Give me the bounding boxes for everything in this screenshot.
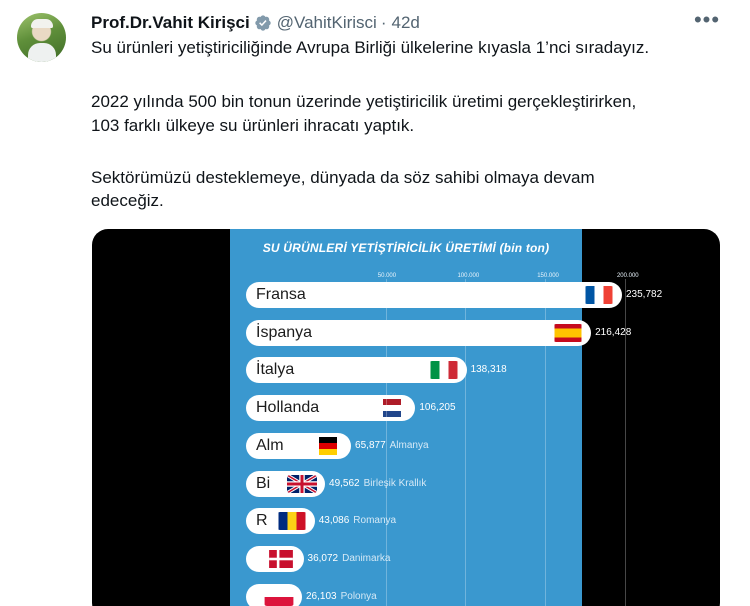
bar-value-label: 36,072 Danimarka — [308, 546, 391, 572]
bar-country-label: Alm — [256, 436, 284, 454]
x-tick-label: 200.000 — [616, 273, 639, 279]
gridline — [545, 279, 547, 606]
romania-flag-icon — [277, 512, 307, 531]
header-separator: · — [380, 13, 387, 32]
bar-value-label: 65,877 Almanya — [355, 433, 429, 459]
tweet-text-line: edeceğiz. — [91, 191, 164, 210]
bar-value-number: 235,782 — [626, 289, 663, 300]
more-dots-icon[interactable]: ••• — [693, 9, 721, 33]
bar-value-number: 138,318 — [470, 364, 507, 376]
bar-value-number: 26,103 — [306, 590, 337, 602]
author-name[interactable]: Prof.Dr.Vahit Kirişci — [91, 13, 250, 33]
bar-side-country-label: Danimarka — [342, 552, 391, 564]
x-tick-label: 150.000 — [537, 273, 559, 279]
uk-flag-icon — [287, 474, 318, 493]
gridline — [385, 279, 387, 606]
bar-side-country-label: Birleşik Krallık — [363, 477, 427, 489]
bar-value-label: 26,103 Polonya — [306, 584, 377, 606]
chart-title: SU ÜRÜNLERİ YETİŞTİRİCİLİK ÜRETİMİ (bin … — [262, 241, 550, 255]
tweet-text-line: Su ürünleri yetiştiriciliğinde Avrupa Bi… — [91, 38, 650, 57]
bar-country-label: Fransa — [256, 286, 306, 303]
netherlands-flag-icon — [377, 399, 407, 418]
bar-value-number: 43,086 — [318, 515, 350, 527]
avatar-body — [28, 43, 56, 62]
author-handle[interactable]: @VahitKirisci — [277, 13, 377, 33]
spain-flag-icon — [553, 323, 583, 342]
x-tick-label: 50.000 — [377, 273, 397, 279]
bar-value-number: 106,205 — [419, 402, 456, 414]
bar-country-label: İtalya — [256, 361, 295, 379]
bar-side-country-label: Romanya — [353, 515, 397, 527]
bar-country-label: R — [256, 512, 268, 530]
bar-side-country-label: Almanya — [389, 439, 429, 451]
bar-country-label: İspanya — [256, 323, 313, 341]
author-avatar[interactable] — [17, 13, 66, 62]
bar-side-country-label: Polonya — [340, 590, 377, 602]
bar-value-number: 36,072 — [307, 552, 339, 564]
germany-flag-icon — [313, 436, 343, 455]
bar-country-label: Hollanda — [256, 399, 320, 417]
bar-value-number: 65,877 — [355, 439, 386, 451]
x-tick-label: 100.000 — [457, 273, 480, 279]
tweet-timestamp[interactable]: 42d — [391, 13, 419, 33]
tweet-header: Prof.Dr.Vahit Kirişci @VahitKirisci · 42… — [91, 12, 420, 34]
bar-value-label: 235,782 — [626, 282, 662, 308]
bar-value-label: 43,086 Romanya — [319, 508, 396, 534]
tweet-text-line: Sektörümüzü desteklemeye, dünyada da söz… — [91, 168, 595, 187]
tweet-text-line: 103 farklı ülkeye su ürünleri ihracatı y… — [91, 116, 415, 135]
bar-value-label: 106,205 — [419, 395, 455, 421]
avatar-hat — [31, 19, 53, 28]
tweet-text-line: 2022 yılında 500 bin tonun üzerinde yeti… — [91, 92, 637, 111]
bar-country-label: Bi — [256, 474, 271, 492]
bar-value-label: 49,562 Birleşik Krallık — [329, 471, 426, 497]
bar-value-number: 49,562 — [329, 477, 360, 489]
poland-flag-icon — [264, 587, 294, 606]
tweet-media-image[interactable]: SU ÜRÜNLERİ YETİŞTİRİCİLİK ÜRETİMİ (bin … — [92, 229, 720, 606]
gridline — [624, 279, 626, 606]
gridline — [465, 279, 467, 606]
denmark-flag-icon — [266, 549, 296, 568]
bar-chart: SU ÜRÜNLERİ YETİŞTİRİCİLİK ÜRETİMİ (bin … — [230, 229, 662, 606]
france-flag-icon — [584, 286, 614, 304]
verified-badge-icon[interactable] — [254, 14, 272, 32]
italy-flag-icon — [429, 361, 459, 380]
bar-value-label: 138,318 — [471, 357, 507, 383]
